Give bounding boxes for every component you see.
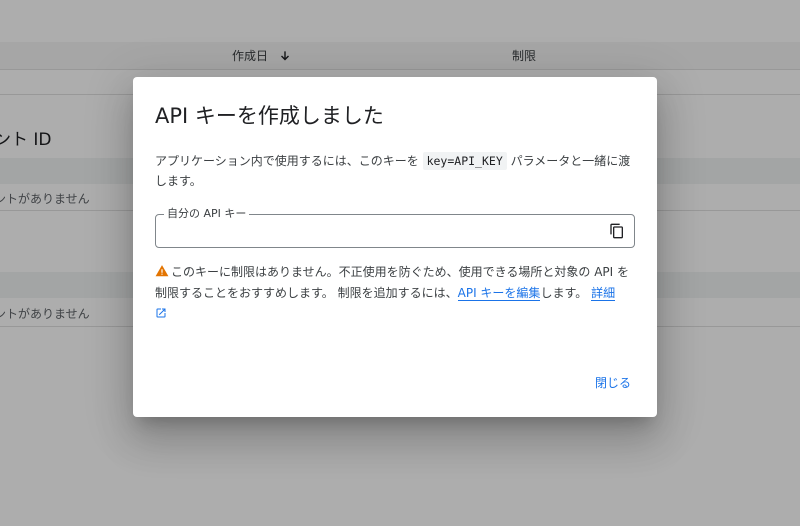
warning-message: このキーに制限はありません。不正使用を防ぐため、使用できる場所と対象の API … (155, 262, 635, 325)
edit-api-key-link[interactable]: API キーを編集 (457, 286, 541, 301)
key-param-code: key=API_KEY (422, 152, 507, 170)
warning-icon (155, 265, 169, 277)
dialog-title: API キーを作成しました (155, 104, 384, 128)
close-button[interactable]: 閉じる (595, 374, 631, 391)
dialog-description: アプリケーション内で使用するには、このキーを key=API_KEY パラメータ… (155, 152, 631, 188)
api-key-created-dialog: API キーを作成しました アプリケーション内で使用するには、このキーを key… (133, 77, 657, 417)
api-key-field[interactable]: 自分の API キー (155, 207, 635, 248)
copy-button[interactable] (609, 223, 625, 239)
open-in-new-icon[interactable] (155, 307, 167, 319)
api-key-field-label: 自分の API キー (164, 207, 250, 221)
copy-icon (610, 223, 623, 239)
details-link[interactable]: 詳細 (591, 286, 616, 301)
